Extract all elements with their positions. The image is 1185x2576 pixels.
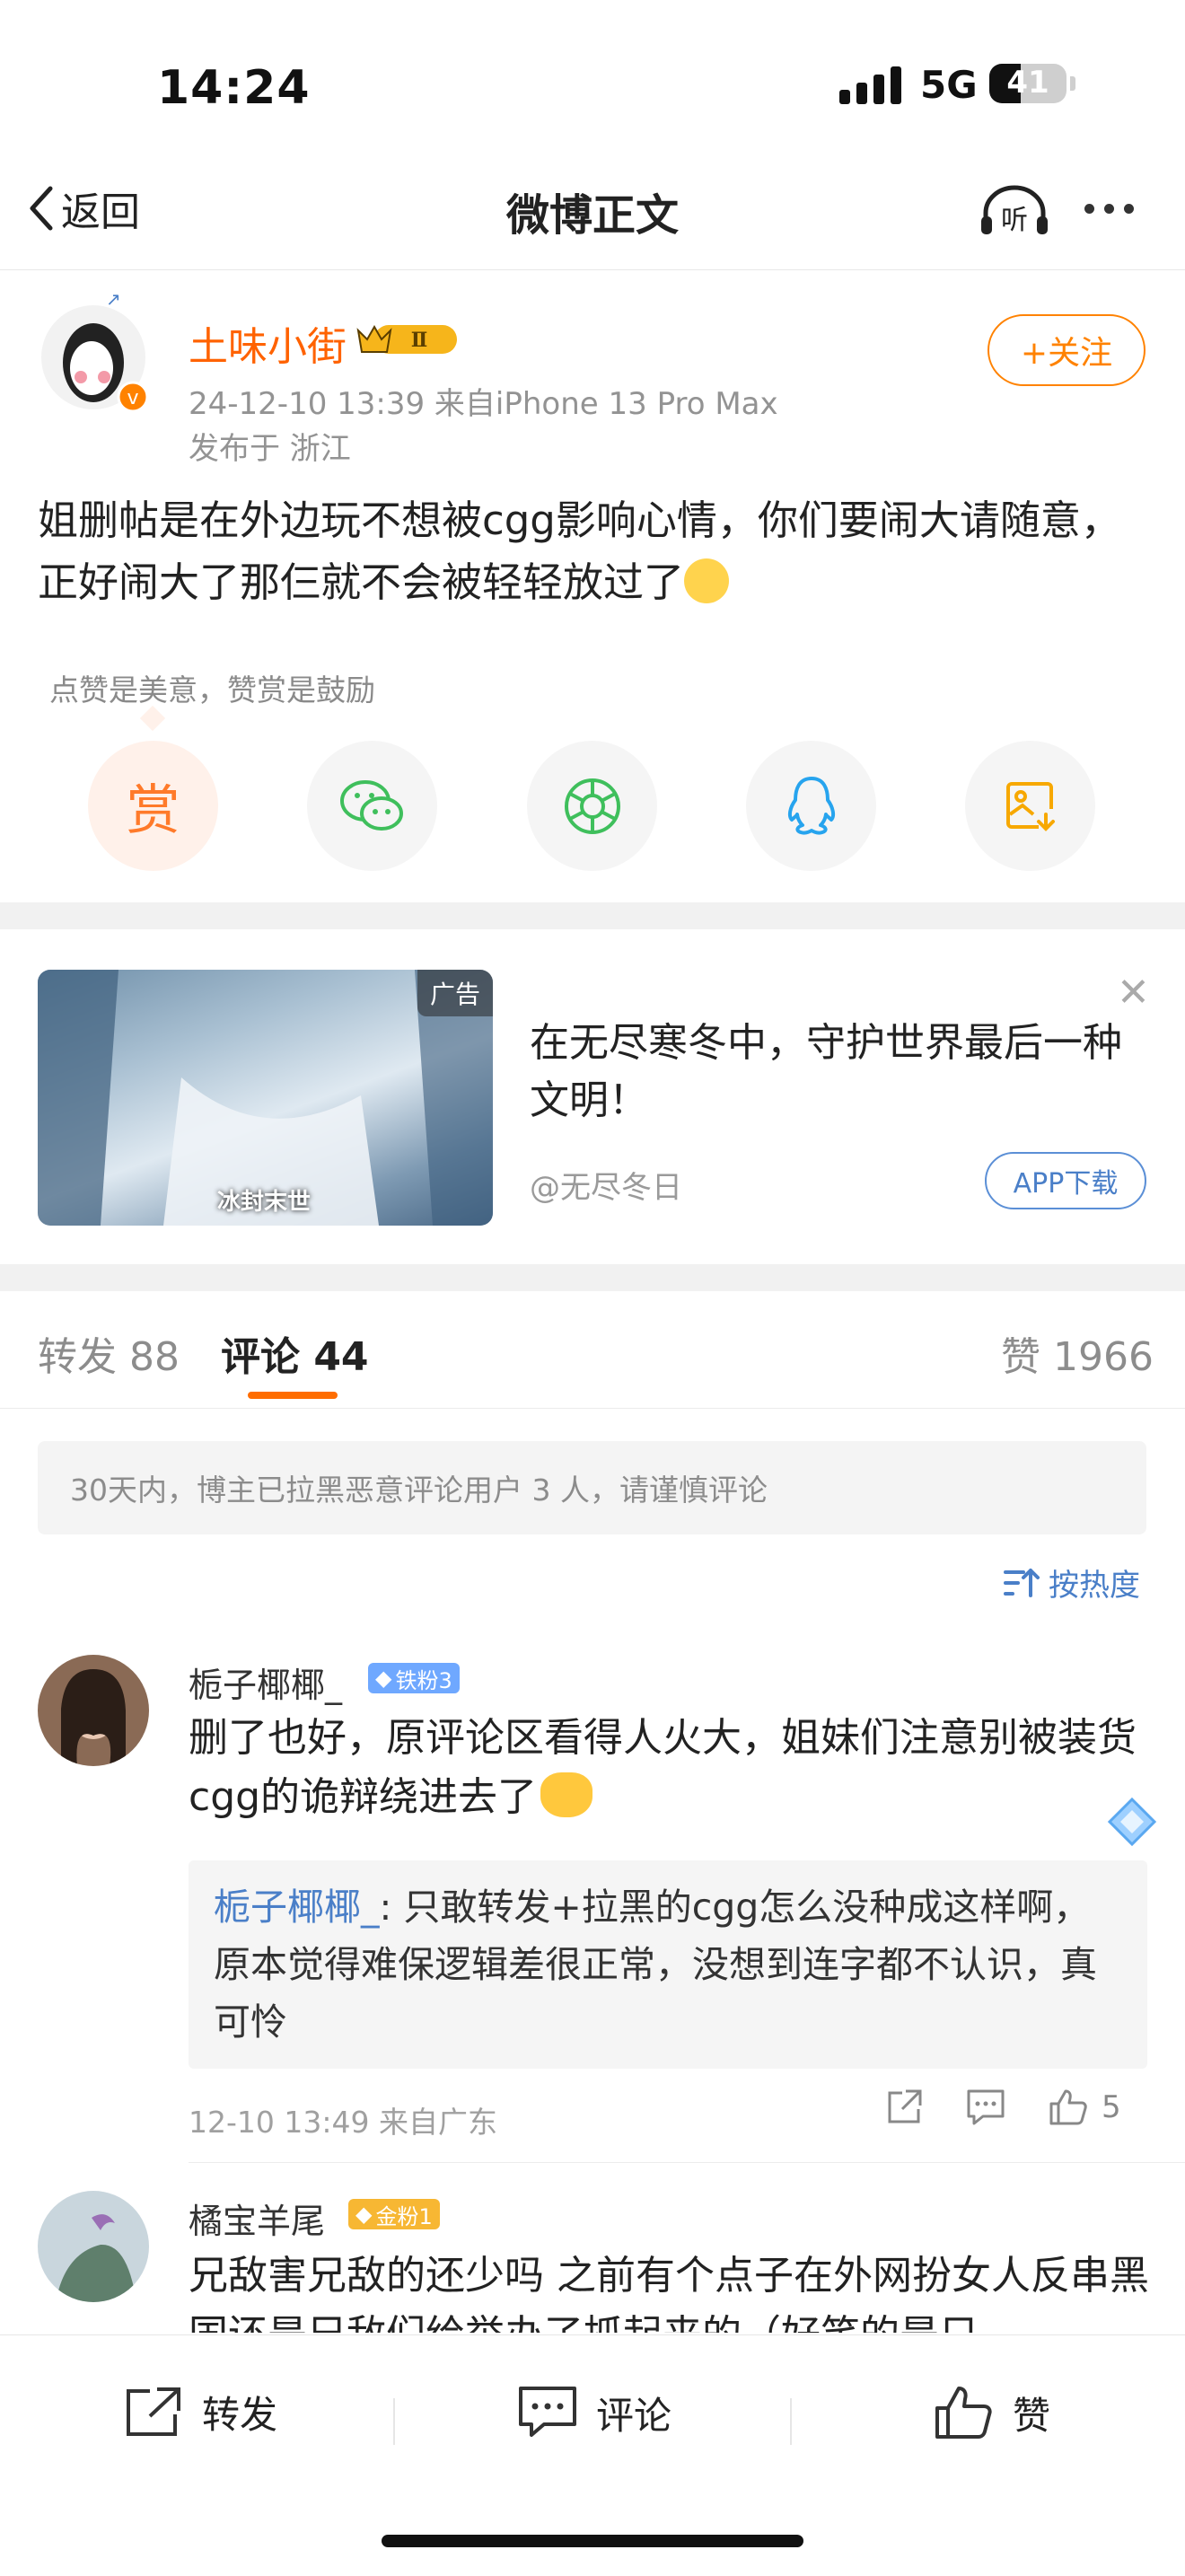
comment-divider xyxy=(189,2162,1185,2163)
like-bottom-button[interactable]: 赞 xyxy=(934,2385,1050,2440)
ad-source[interactable]: @无尽冬日 xyxy=(530,1163,682,1207)
active-tab-indicator xyxy=(248,1392,338,1399)
comment-actions: 5 xyxy=(884,2088,1121,2127)
headphones-icon: 听 xyxy=(981,185,1048,236)
diamond-icon-2: ◆ xyxy=(356,2202,373,2227)
post-meta: 24-12-10 13:39 来自iPhone 13 Pro Max xyxy=(189,386,778,422)
listen-button[interactable]: 听 xyxy=(979,184,1050,238)
comment-notice: 30天内，博主已拉黑恶意评论用户 3 人，请谨慎评论 xyxy=(38,1441,1146,1534)
repost-icon xyxy=(127,2387,180,2436)
section-divider-2 xyxy=(0,1264,1185,1291)
ad-image-caption: 冰封末世 xyxy=(217,1189,312,1216)
sort-button[interactable]: 按热度 xyxy=(1004,1561,1140,1605)
commenter-avatar[interactable] xyxy=(38,1655,149,1766)
thumbs-up-icon xyxy=(1049,2089,1087,2125)
comment-icon[interactable] xyxy=(965,2088,1006,2127)
comment-label: 评论 xyxy=(596,2393,672,2438)
tab-repost[interactable]: 转发 88 xyxy=(38,1324,180,1382)
rank-badge-text: Ⅱ xyxy=(411,329,428,352)
repost-label: 转发 xyxy=(202,2393,278,2437)
tip-arrow xyxy=(139,705,166,732)
battery-icon: 41 xyxy=(989,64,1066,103)
fan-badge: ◆ 铁粉3 xyxy=(368,1663,460,1693)
wechat-icon xyxy=(339,779,403,831)
home-indicator xyxy=(382,2535,803,2547)
app-download-button[interactable]: APP下载 xyxy=(985,1152,1146,1209)
diamond-icon: ◆ xyxy=(375,1666,392,1691)
tab-divider xyxy=(0,1408,1185,1409)
more-icon[interactable] xyxy=(1084,204,1134,214)
svg-text:v: v xyxy=(127,387,138,409)
section-divider xyxy=(0,902,1185,929)
repost-button[interactable]: 转发 xyxy=(123,2385,277,2440)
comment-button[interactable]: 评论 xyxy=(517,2385,672,2440)
signal-icon xyxy=(839,65,901,104)
reward-icon: 赏 xyxy=(126,779,180,842)
follow-button[interactable]: +关注 xyxy=(988,314,1146,386)
comment-text: 删了也好，原评论区看得人火大，姐妹们注意别被装货cgg的诡辩绕进去了 xyxy=(189,1715,1137,1820)
commenter-name[interactable]: 栀子椰椰_ xyxy=(189,1657,342,1707)
commenter-avatar-2[interactable] xyxy=(38,2191,149,2302)
thumbs-up-icon-bottom xyxy=(935,2387,992,2439)
qq-icon xyxy=(787,776,835,835)
save-image-icon xyxy=(1005,781,1055,831)
blush-emoji-icon xyxy=(684,558,730,603)
like-count: 5 xyxy=(1102,2089,1121,2125)
share-qq-button[interactable] xyxy=(746,741,876,871)
reply-quote[interactable]: 栀子椰椰_: 只敢转发+拉黑的cgg怎么没种成这样啊，原本觉得难保逻辑差很正常，… xyxy=(189,1860,1147,2069)
fan-badge-label-2: 金粉1 xyxy=(375,2203,433,2229)
sort-label: 按热度 xyxy=(1049,1568,1140,1604)
member-rank-badge: Ⅱ xyxy=(355,318,462,359)
reward-button[interactable]: 赏 xyxy=(88,741,218,871)
listen-label: 听 xyxy=(1001,205,1028,236)
save-image-button[interactable] xyxy=(965,741,1095,871)
fan-badge-label: 铁粉3 xyxy=(395,1667,452,1693)
like-label: 赞 xyxy=(1013,2393,1051,2438)
svg-text:↗: ↗ xyxy=(106,288,121,310)
diamond-decoration-icon xyxy=(1106,1796,1158,1848)
reply-author[interactable]: 栀子椰椰_ xyxy=(214,1886,380,1929)
comment-meta: 12-10 13:49 来自广东 xyxy=(189,2105,497,2140)
share-wechat-button[interactable] xyxy=(307,741,437,871)
author-avatar[interactable]: ↗ v xyxy=(36,286,151,416)
share-moments-button[interactable] xyxy=(527,741,657,871)
ad-tag: 广告 xyxy=(417,970,493,1016)
network-label: 5G xyxy=(920,63,978,107)
fan-badge-2: ◆ 金粉1 xyxy=(348,2199,440,2229)
like-button[interactable]: 5 xyxy=(1048,2088,1121,2127)
moments-icon xyxy=(564,778,620,834)
nav-divider xyxy=(0,269,1185,270)
share-icon[interactable] xyxy=(884,2088,924,2127)
author-name[interactable]: 土味小街 xyxy=(189,314,347,372)
reward-tip: 点赞是美意，赞赏是鼓励 xyxy=(49,673,375,708)
post-content: 姐删帖是在外边玩不想被cgg影响心情，你们要闹大请随意，正好闹大了那仨就不会被轻… xyxy=(38,497,1121,606)
sort-icon xyxy=(1004,1568,1040,1597)
ad-title[interactable]: 在无尽寒冬中，守护世界最后一种文明！ xyxy=(530,1015,1140,1130)
share-row: 赏 xyxy=(0,741,1185,871)
cat-emoji-icon xyxy=(540,1772,593,1817)
comment-icon-bottom xyxy=(519,2387,576,2437)
tab-comments[interactable]: 评论 44 xyxy=(221,1324,369,1382)
battery-level: 41 xyxy=(1006,65,1049,101)
tab-likes[interactable]: 赞 1966 xyxy=(1001,1324,1154,1382)
close-icon[interactable]: ✕ xyxy=(1117,970,1150,1015)
status-time: 14:24 xyxy=(157,61,311,115)
commenter-name-2[interactable]: 橘宝羊尾 xyxy=(189,2194,325,2243)
comment-text-2: 兄敌害兄敌的还少吗 之前有个点子在外网扮女人反串黑国还是兄敌们给举办了抓起来的（… xyxy=(189,2253,1149,2333)
post-location: 发布于 浙江 xyxy=(189,431,351,467)
ad-image[interactable]: 广告 冰封末世 xyxy=(38,970,493,1226)
battery-tip xyxy=(1070,76,1075,91)
